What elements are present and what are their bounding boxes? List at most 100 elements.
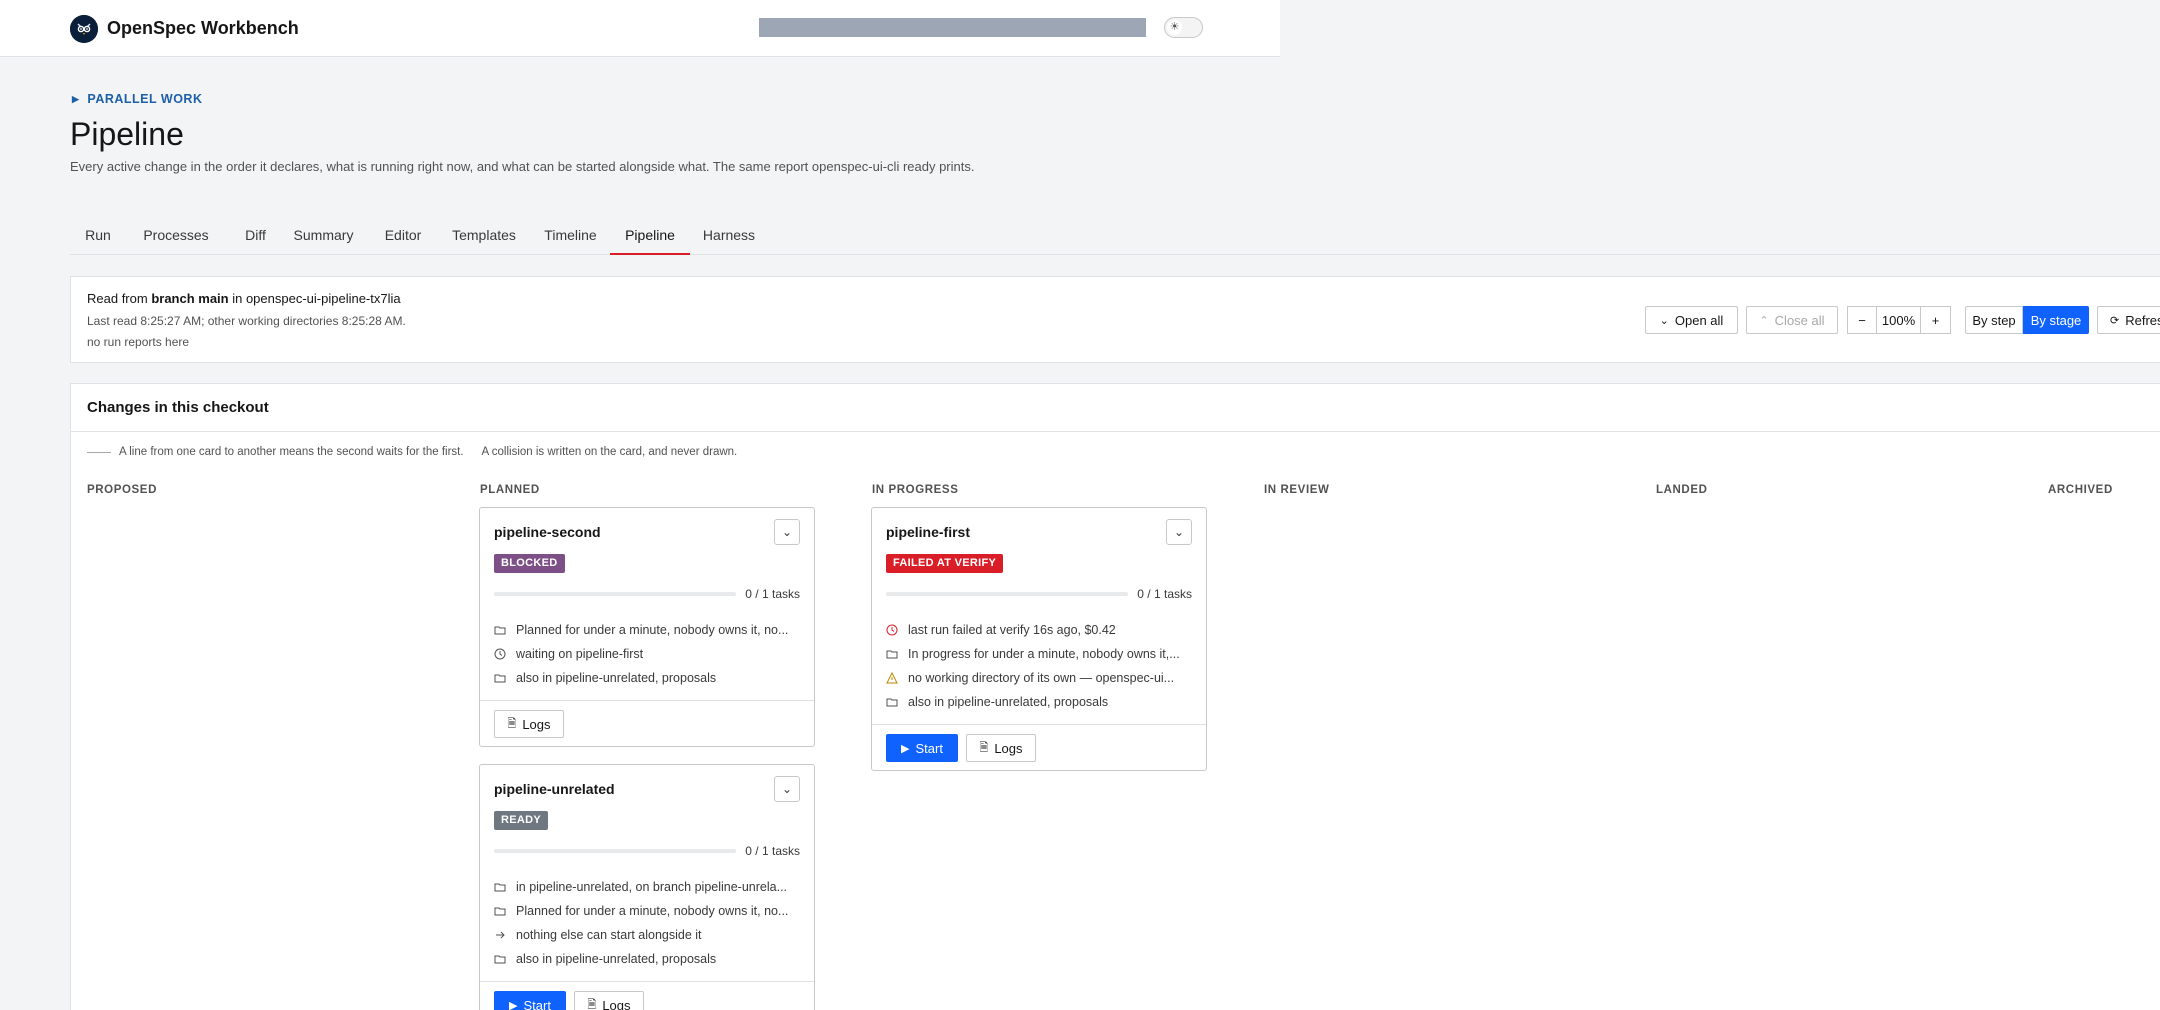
detail-row: also in pipeline-unrelated, proposals (494, 947, 800, 971)
column-landed: LANDED (1656, 484, 1708, 496)
tab-timeline[interactable]: Timeline (533, 219, 608, 255)
detail-row: waiting on pipeline-first (494, 642, 800, 666)
owl-logo-icon[interactable] (70, 15, 98, 43)
task-count: 0 / 1 tasks (1137, 587, 1192, 601)
close-all-button[interactable]: ⌃ Close all (1746, 306, 1838, 334)
detail-text: In progress for under a minute, nobody o… (908, 647, 1180, 661)
task-progress-bar (494, 592, 736, 596)
card-footer: ▶ Start 🗎 Logs (480, 981, 814, 1010)
theme-toggle[interactable]: ☀ (1164, 17, 1203, 38)
repo-name: openspec-ui-pipeline-tx7lia (245, 291, 401, 306)
detail-text: also in pipeline-unrelated, proposals (516, 671, 717, 685)
detail-row: nothing else can start alongside it (494, 923, 800, 947)
tab-templates[interactable]: Templates (441, 219, 527, 255)
refresh-icon: ⟳ (2110, 314, 2120, 327)
card-footer: ▶ Start 🗎 Logs (872, 724, 1206, 771)
card-details: last run failed at verify 16s ago, $0.42… (886, 618, 1192, 714)
app-title[interactable]: OpenSpec Workbench (107, 18, 299, 39)
detail-row: in pipeline-unrelated, on branch pipelin… (494, 875, 800, 899)
read-source-line: Read from branch main in openspec-ui-pip… (87, 291, 401, 306)
page-description: Every active change in the order it decl… (70, 159, 975, 174)
card-expand-button[interactable]: ⌄ (1166, 519, 1192, 545)
card-title[interactable]: pipeline-second (494, 524, 601, 540)
detail-text: waiting on pipeline-first (516, 647, 644, 661)
clock-icon (886, 624, 898, 636)
folder-icon (494, 953, 506, 965)
detail-row: also in pipeline-unrelated, proposals (886, 690, 1192, 714)
document-icon: 🗎 (587, 998, 597, 1010)
folder-icon (886, 696, 898, 708)
zoom-out-button[interactable]: − (1847, 306, 1877, 334)
column-in-progress: IN PROGRESS (872, 484, 959, 496)
detail-text: last run failed at verify 16s ago, $0.42 (908, 623, 1116, 637)
legend-line-text: A line from one card to another means th… (119, 446, 464, 458)
folder-icon (494, 672, 506, 684)
last-read-time: Last read 8:25:27 AM; other working dire… (87, 314, 406, 328)
run-reports-status: no run reports here (87, 335, 190, 349)
chevron-down-icon: ⌄ (1659, 314, 1669, 327)
detail-text: also in pipeline-unrelated, proposals (908, 695, 1109, 709)
logs-button[interactable]: 🗎 Logs (966, 734, 1036, 762)
status-badge: FAILED AT VERIFY (886, 554, 1004, 573)
task-progress-bar (494, 849, 736, 853)
zoom-in-button[interactable]: + (1921, 306, 1951, 334)
top-bar: OpenSpec Workbench ☀ (0, 0, 1280, 57)
detail-text: in pipeline-unrelated, on branch pipelin… (516, 880, 788, 894)
card-details: in pipeline-unrelated, on branch pipelin… (494, 875, 800, 971)
chevron-down-icon: ⌄ (781, 525, 793, 539)
section-eyebrow[interactable]: ▶ PARALLEL WORK (72, 92, 202, 106)
arrow-right-icon (494, 929, 506, 941)
detail-row: also in pipeline-unrelated, proposals (494, 666, 800, 690)
tab-summary[interactable]: Summary (285, 219, 362, 255)
refresh-button[interactable]: ⟳Refresh (2097, 306, 2160, 334)
folder-icon (886, 648, 898, 660)
status-badge: BLOCKED (494, 554, 565, 573)
by-stage-button[interactable]: By stage (2023, 306, 2089, 334)
detail-row: Planned for under a minute, nobody owns … (494, 618, 800, 642)
logs-button[interactable]: 🗎 Logs (494, 710, 564, 738)
detail-row: no working directory of its own — opensp… (886, 666, 1192, 690)
detail-text: no working directory of its own — opensp… (908, 671, 1175, 685)
column-proposed: PROPOSED (87, 484, 157, 496)
task-progress-bar (886, 592, 1128, 596)
card-expand-button[interactable]: ⌄ (774, 776, 800, 802)
detail-text: nothing else can start alongside it (516, 928, 702, 942)
detail-row: last run failed at verify 16s ago, $0.42 (886, 618, 1192, 642)
tab-diff[interactable]: Diff (229, 219, 282, 255)
search-input[interactable] (759, 18, 1146, 37)
by-step-button[interactable]: By step (1965, 306, 2023, 334)
detail-text: Planned for under a minute, nobody owns … (516, 623, 789, 637)
tab-pipeline[interactable]: Pipeline (610, 219, 690, 255)
sun-icon: ☀ (1167, 20, 1182, 35)
detail-text: also in pipeline-unrelated, proposals (516, 952, 717, 966)
card-title[interactable]: pipeline-first (886, 524, 970, 540)
legend-collision-text: A collision is written on the card, and … (481, 446, 738, 458)
tab-run[interactable]: Run (70, 219, 126, 255)
clock-icon (494, 648, 506, 660)
card-expand-button[interactable]: ⌄ (774, 519, 800, 545)
change-card-pipeline-first[interactable]: pipeline-first ⌄ FAILED AT VERIFY 0 / 1 … (871, 507, 1207, 771)
chevron-up-icon: ⌃ (1759, 314, 1769, 327)
document-icon: 🗎 (979, 741, 989, 754)
tab-bar: Run Processes Diff Summary Editor Templa… (70, 219, 2160, 255)
tab-editor[interactable]: Editor (370, 219, 436, 255)
column-planned: PLANNED (480, 484, 540, 496)
open-all-button[interactable]: ⌄ Open all (1645, 306, 1738, 334)
task-count: 0 / 1 tasks (745, 587, 800, 601)
card-title[interactable]: pipeline-unrelated (494, 781, 615, 797)
play-icon: ▶ (901, 742, 910, 755)
start-button[interactable]: ▶ Start (494, 991, 566, 1010)
tab-processes[interactable]: Processes (133, 219, 219, 255)
logs-button[interactable]: 🗎 Logs (574, 991, 644, 1010)
tab-harness[interactable]: Harness (696, 219, 762, 255)
task-count: 0 / 1 tasks (745, 844, 800, 858)
change-card-pipeline-unrelated[interactable]: pipeline-unrelated ⌄ READY 0 / 1 tasks i… (479, 764, 815, 1010)
chevron-down-icon: ⌄ (781, 782, 793, 796)
detail-row: Planned for under a minute, nobody owns … (494, 899, 800, 923)
change-card-pipeline-second[interactable]: pipeline-second ⌄ BLOCKED 0 / 1 tasks Pl… (479, 507, 815, 747)
start-button[interactable]: ▶ Start (886, 734, 958, 762)
status-badge: READY (494, 811, 549, 830)
document-icon: 🗎 (507, 717, 517, 730)
eyebrow-label: PARALLEL WORK (87, 92, 203, 106)
page-title: Pipeline (70, 116, 184, 152)
